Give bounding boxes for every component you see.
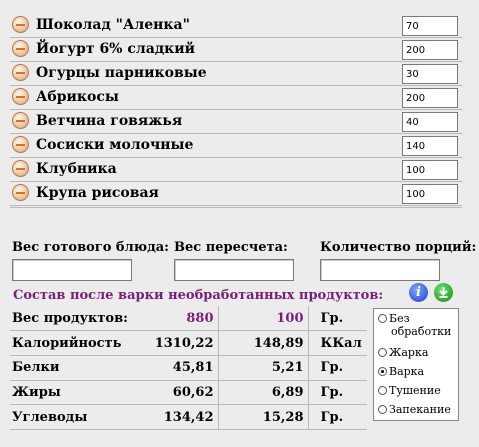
portions-input[interactable] bbox=[320, 259, 440, 281]
ingredient-amount-input[interactable] bbox=[402, 64, 458, 84]
ingredient-amount-input[interactable] bbox=[402, 160, 458, 180]
table-row: Жиры 60,62 6,89 Гр. bbox=[10, 380, 367, 406]
nutrition-unit: ККал bbox=[308, 330, 367, 356]
radio-button[interactable] bbox=[378, 348, 387, 357]
remove-ingredient-icon[interactable] bbox=[12, 88, 29, 105]
nutrition-label: Белки bbox=[10, 355, 138, 381]
remove-ingredient-icon[interactable] bbox=[12, 160, 29, 177]
nutrition-total: 45,81 bbox=[138, 355, 219, 381]
info-icon[interactable]: i bbox=[409, 283, 428, 302]
nutrition-unit: Гр. bbox=[308, 306, 367, 332]
ready-weight-input[interactable] bbox=[12, 259, 132, 281]
divider bbox=[10, 207, 462, 208]
ingredient-row: Огурцы парниковые bbox=[10, 62, 462, 86]
ingredient-name: Абрикосы bbox=[36, 89, 119, 105]
nutrition-label: Вес продуктов: bbox=[10, 306, 138, 332]
nutrition-total: 880 bbox=[138, 306, 219, 332]
ingredient-name: Крупа рисовая bbox=[36, 185, 159, 201]
ingredient-amount-input[interactable] bbox=[402, 112, 458, 132]
nutrition-total: 60,62 bbox=[138, 380, 219, 406]
ingredient-amount-input[interactable] bbox=[402, 88, 458, 108]
composition-title: Состав после варки необработанных продук… bbox=[13, 288, 384, 303]
ingredient-row: Абрикосы bbox=[10, 86, 462, 110]
radio-option-bake[interactable]: Запекание bbox=[378, 403, 451, 416]
radio-option-stew[interactable]: Тушение bbox=[378, 384, 441, 397]
nutrition-per: 148,89 bbox=[218, 330, 309, 356]
nutrition-per: 6,89 bbox=[218, 380, 309, 406]
nutrition-label: Жиры bbox=[10, 380, 138, 406]
nutrition-unit: Гр. bbox=[308, 355, 367, 381]
radio-option-fry[interactable]: Жарка bbox=[378, 346, 428, 359]
ingredient-name: Огурцы парниковые bbox=[36, 65, 207, 81]
radio-label: Жарка bbox=[389, 346, 429, 359]
ready-weight-label: Вес готового блюда: bbox=[12, 240, 169, 255]
nutrition-per: 100 bbox=[218, 306, 309, 332]
ingredient-row: Ветчина говяжья bbox=[10, 110, 462, 134]
ingredient-row: Шоколад "Аленка" bbox=[10, 14, 462, 38]
ingredient-amount-input[interactable] bbox=[402, 136, 458, 156]
ingredient-row: Крупа рисовая bbox=[10, 182, 462, 206]
nutrition-unit: Гр. bbox=[308, 404, 367, 430]
remove-ingredient-icon[interactable] bbox=[12, 184, 29, 201]
ingredient-name: Сосиски молочные bbox=[36, 137, 194, 153]
nutrition-label: Калорийность bbox=[10, 330, 138, 356]
table-row: Калорийность 1310,22 148,89 ККал bbox=[10, 330, 367, 356]
recalc-weight-input[interactable] bbox=[174, 259, 294, 281]
radio-label: Варка bbox=[389, 365, 425, 378]
radio-option-raw[interactable]: Без обработки bbox=[378, 312, 451, 338]
ingredient-row: Йогурт 6% сладкий bbox=[10, 38, 462, 62]
radio-label: обработки bbox=[391, 325, 452, 338]
radio-button[interactable] bbox=[378, 367, 387, 376]
radio-button[interactable] bbox=[378, 314, 387, 323]
download-icon[interactable] bbox=[434, 283, 453, 302]
ingredient-name: Клубника bbox=[36, 161, 117, 177]
portions-label: Количество порций: bbox=[320, 240, 477, 255]
table-row: Белки 45,81 5,21 Гр. bbox=[10, 355, 367, 381]
cooking-method-group: Без обработки Жарка Варка Тушение Запека… bbox=[373, 308, 459, 421]
nutrition-per: 15,28 bbox=[218, 404, 309, 430]
radio-option-boil[interactable]: Варка bbox=[378, 365, 424, 378]
remove-ingredient-icon[interactable] bbox=[12, 64, 29, 81]
ingredients-list: Шоколад "Аленка" Йогурт 6% сладкий Огурц… bbox=[0, 0, 479, 214]
radio-label: Запекание bbox=[389, 403, 451, 416]
nutrition-label: Углеводы bbox=[10, 404, 138, 430]
nutrition-table: Вес продуктов: 880 100 Гр. Калорийность … bbox=[10, 306, 367, 430]
remove-ingredient-icon[interactable] bbox=[12, 16, 29, 33]
ingredient-name: Йогурт 6% сладкий bbox=[36, 41, 196, 57]
nutrition-total: 134,42 bbox=[138, 404, 219, 430]
table-row: Углеводы 134,42 15,28 Гр. bbox=[10, 404, 367, 430]
radio-label: Тушение bbox=[389, 384, 441, 397]
nutrition-total: 1310,22 bbox=[138, 330, 219, 356]
ingredient-name: Шоколад "Аленка" bbox=[36, 17, 190, 33]
remove-ingredient-icon[interactable] bbox=[12, 40, 29, 57]
ingredient-row: Сосиски молочные bbox=[10, 134, 462, 158]
ingredient-row: Клубника bbox=[10, 158, 462, 182]
radio-button[interactable] bbox=[378, 405, 387, 414]
remove-ingredient-icon[interactable] bbox=[12, 112, 29, 129]
ingredient-amount-input[interactable] bbox=[402, 16, 458, 36]
ingredient-amount-input[interactable] bbox=[402, 184, 458, 204]
ingredient-amount-input[interactable] bbox=[402, 40, 458, 60]
recalc-weight-label: Вес пересчета: bbox=[174, 240, 288, 255]
ingredient-name: Ветчина говяжья bbox=[36, 113, 183, 129]
table-row: Вес продуктов: 880 100 Гр. bbox=[10, 306, 367, 332]
nutrition-unit: Гр. bbox=[308, 380, 367, 406]
remove-ingredient-icon[interactable] bbox=[12, 136, 29, 153]
radio-label: Без bbox=[389, 312, 410, 325]
nutrition-per: 5,21 bbox=[218, 355, 309, 381]
radio-button[interactable] bbox=[378, 386, 387, 395]
